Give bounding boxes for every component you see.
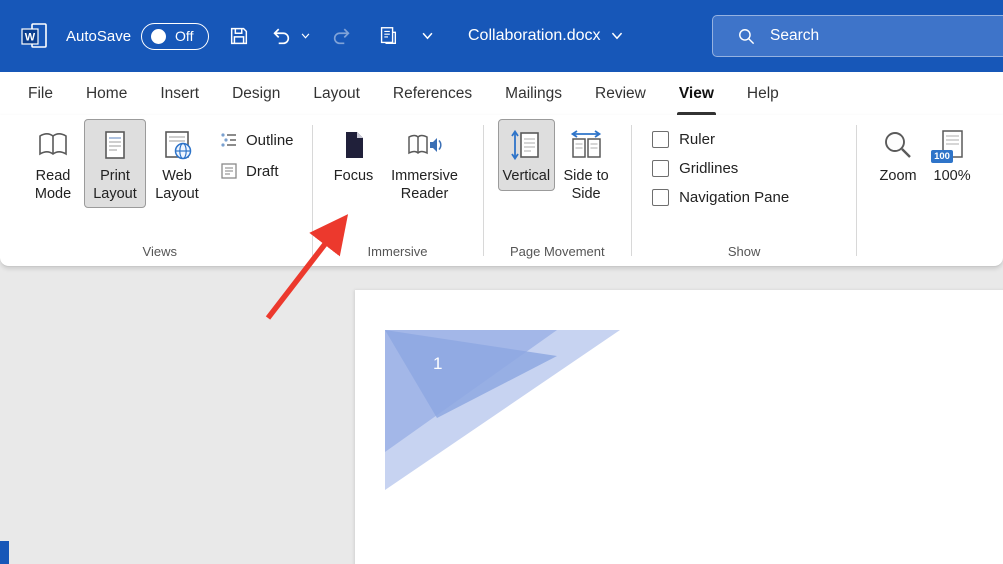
web-layout-button[interactable]: Web Layout: [146, 119, 208, 208]
navigation-pane-checkbox[interactable]: [652, 189, 670, 206]
group-label-show: Show: [727, 244, 761, 259]
group-label-page-movement: Page Movement: [509, 244, 605, 259]
outline-button[interactable]: Outline: [216, 129, 298, 151]
title-dropdown-chevron-icon: [611, 32, 622, 40]
focus-button[interactable]: Focus: [327, 119, 381, 191]
vertical-icon: [509, 127, 543, 163]
group-show: Ruler Gridlines Navigation Pane Show: [640, 119, 848, 266]
tab-references[interactable]: References: [393, 72, 472, 115]
read-mode-button[interactable]: Read Mode: [22, 119, 84, 208]
tab-view[interactable]: View: [676, 72, 716, 115]
toggle-knob-icon: [151, 28, 167, 44]
tab-design[interactable]: Design: [232, 72, 280, 115]
tab-insert[interactable]: Insert: [160, 72, 199, 115]
tab-layout[interactable]: Layout: [313, 72, 360, 115]
cover-triangle-decoration: [385, 330, 620, 490]
customize-toolbar-chevron-icon[interactable]: [420, 30, 435, 42]
ruler-checkbox-row[interactable]: Ruler: [646, 131, 842, 148]
document-title-text: Collaboration.docx: [468, 27, 601, 44]
read-mode-label: Read Mode: [34, 168, 72, 202]
group-separator: [856, 125, 858, 256]
ruler-label: Ruler: [679, 131, 715, 148]
document-area: 1: [0, 268, 1003, 564]
redo-icon: [333, 28, 350, 45]
immersive-reader-icon: [407, 127, 443, 163]
undo-icon: [273, 28, 290, 45]
navigation-pane-label: Navigation Pane: [679, 189, 790, 206]
zoom-100-badge: 100: [931, 149, 953, 163]
window-corner-accent: [0, 541, 9, 564]
web-layout-label: Web Layout: [155, 168, 199, 202]
page-number: 1: [433, 354, 443, 373]
tab-help[interactable]: Help: [747, 72, 779, 115]
navigation-pane-checkbox-row[interactable]: Navigation Pane: [646, 189, 842, 206]
zoom-button[interactable]: Zoom: [871, 119, 925, 191]
zoom-label: Zoom: [879, 168, 917, 184]
ruler-checkbox[interactable]: [652, 131, 670, 148]
group-page-movement: Vertical Side to Side Page Movement: [492, 119, 624, 266]
word-app-icon[interactable]: W: [20, 21, 50, 51]
zoom-100-button[interactable]: 100 100%: [925, 119, 979, 191]
zoom-100-icon: 100: [931, 127, 969, 163]
draft-icon: [221, 163, 237, 179]
search-icon: [739, 28, 755, 44]
tab-mailings[interactable]: Mailings: [505, 72, 562, 115]
document-title[interactable]: Collaboration.docx: [468, 0, 623, 72]
autosave-state: Off: [175, 28, 194, 44]
focus-label: Focus: [333, 168, 374, 184]
group-label-views: Views: [142, 244, 177, 259]
group-separator: [631, 125, 633, 256]
tab-home[interactable]: Home: [86, 72, 127, 115]
read-mode-icon: [36, 127, 70, 163]
undo-dropdown-chevron-icon[interactable]: [299, 31, 312, 41]
tab-review[interactable]: Review: [595, 72, 646, 115]
document-page[interactable]: 1: [355, 290, 1003, 564]
titlebar: W AutoSave Off Collaboration.docx Search: [0, 0, 1003, 72]
immersive-reader-label: Immersive Reader: [391, 168, 458, 202]
vertical-button[interactable]: Vertical: [497, 119, 556, 191]
group-views: Read Mode Print Layout Web Layout Outlin…: [16, 119, 304, 266]
side-to-side-icon: [569, 127, 603, 163]
group-separator: [482, 125, 484, 256]
zoom-100-label: 100%: [933, 168, 971, 184]
print-preview-icon: [380, 27, 397, 45]
save-icon: [230, 27, 248, 45]
vertical-label: Vertical: [502, 168, 551, 184]
focus-icon: [337, 127, 371, 163]
side-to-side-button[interactable]: Side to Side: [555, 119, 617, 208]
print-layout-label: Print Layout: [93, 168, 137, 202]
save-button[interactable]: [223, 20, 255, 52]
group-separator: [311, 125, 313, 256]
outline-label: Outline: [246, 131, 294, 149]
side-to-side-label: Side to Side: [563, 168, 609, 202]
redo-button: [326, 20, 358, 52]
draft-label: Draft: [246, 162, 279, 180]
tab-file[interactable]: File: [28, 72, 53, 115]
print-layout-icon: [98, 127, 132, 163]
autosave-label: AutoSave: [66, 27, 132, 45]
group-zoom: Zoom 100 100%: [865, 119, 985, 266]
immersive-reader-button[interactable]: Immersive Reader: [381, 119, 469, 208]
gridlines-label: Gridlines: [679, 160, 739, 177]
web-layout-icon: [160, 127, 194, 163]
ribbon: Read Mode Print Layout Web Layout Outlin…: [0, 115, 1003, 267]
zoom-icon: [881, 127, 915, 163]
print-preview-button[interactable]: [372, 20, 404, 52]
outline-icon: [221, 133, 236, 147]
word-logo-icon: W: [21, 23, 47, 48]
gridlines-checkbox-row[interactable]: Gridlines: [646, 160, 842, 177]
search-placeholder: Search: [770, 27, 820, 44]
gridlines-checkbox[interactable]: [652, 160, 670, 177]
group-label-immersive: Immersive: [367, 244, 428, 259]
search-box[interactable]: Search: [712, 15, 1003, 57]
autosave-toggle[interactable]: Off: [141, 22, 210, 50]
undo-button[interactable]: [265, 20, 297, 52]
group-label-zoom: [871, 259, 979, 266]
svg-text:W: W: [25, 32, 36, 44]
ribbon-tab-row: File Home Insert Design Layout Reference…: [0, 72, 1003, 115]
draft-button[interactable]: Draft: [216, 160, 298, 182]
print-layout-button[interactable]: Print Layout: [84, 119, 146, 209]
group-immersive: Focus Immersive Reader Immersive: [321, 119, 475, 266]
